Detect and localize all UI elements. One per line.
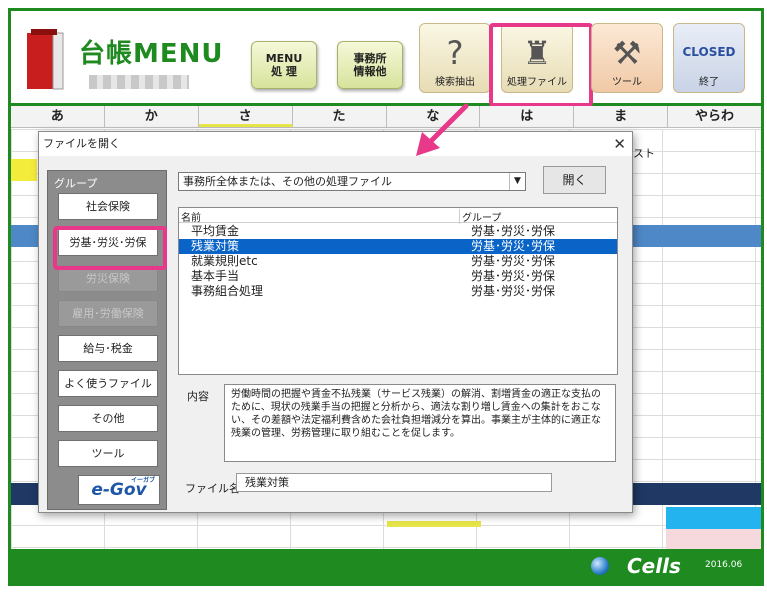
list-item[interactable]: 事務組合処理 労基･労災･労保 bbox=[179, 284, 617, 299]
closed-label: CLOSED bbox=[682, 45, 736, 59]
search-extract-button[interactable]: ? 検索抽出 bbox=[419, 23, 491, 93]
office-info-button[interactable]: 事務所 情報他 bbox=[337, 41, 403, 89]
column-sa[interactable]: さ bbox=[198, 106, 293, 127]
tool-person-icon: ⚒ bbox=[612, 34, 642, 72]
open-file-dialog: ファイルを開く ✕ グループ 社会保険 労基･労災･労保 労災保険 雇用･労働保… bbox=[38, 131, 633, 513]
list-header: 名前 グループ bbox=[179, 208, 617, 224]
column-ta[interactable]: た bbox=[293, 106, 387, 127]
menu-header: 台帳MENU MENU 処 理 事務所 情報他 ? 検索抽出 ♜ 処理ファイル … bbox=[11, 11, 761, 107]
column-ha[interactable]: は bbox=[480, 106, 575, 127]
column-yarawa[interactable]: やらわ bbox=[668, 106, 761, 127]
file-name: 事務組合処理 bbox=[191, 284, 264, 298]
column-ka[interactable]: か bbox=[105, 106, 199, 127]
dialog-titlebar: ファイルを開く ✕ bbox=[39, 132, 632, 156]
closed-exit-button[interactable]: CLOSED 終了 bbox=[673, 23, 745, 93]
file-name: 基本手当 bbox=[191, 269, 240, 283]
list-item[interactable]: 平均賃金 労基･労災･労保 bbox=[179, 224, 617, 239]
egov-sub-label: イーガブ bbox=[130, 477, 155, 484]
file-group: 労基･労災･労保 bbox=[471, 254, 556, 268]
file-group: 労基･労災･労保 bbox=[471, 284, 556, 298]
open-button[interactable]: 開く bbox=[543, 166, 606, 194]
tool-label: ツール bbox=[612, 77, 642, 88]
pointer-arrow-icon bbox=[416, 103, 469, 156]
egov-button[interactable]: e-Gov イーガブ bbox=[78, 475, 160, 505]
close-icon[interactable]: ✕ bbox=[613, 135, 626, 153]
file-name: 残業対策 bbox=[191, 239, 240, 253]
yellow-strip bbox=[387, 521, 481, 527]
app-title: 台帳MENU bbox=[79, 39, 224, 69]
file-group: 労基･労災･労保 bbox=[471, 269, 556, 283]
highlight-roki-group bbox=[53, 226, 167, 270]
ledger-book-icon bbox=[27, 29, 64, 90]
description-text: 労働時間の把握や賃金不払残業（サービス残業）の解消、割増賃金の適正な支払のために… bbox=[224, 384, 616, 462]
group-button-favorites[interactable]: よく使うファイル bbox=[58, 370, 158, 397]
brand-cells: Cells bbox=[627, 554, 681, 578]
file-listbox[interactable]: 名前 グループ 平均賃金 労基･労災･労保 残業対策 労基･労災･労保 就業規則… bbox=[178, 207, 618, 375]
description-label: 内容 bbox=[187, 390, 209, 403]
column-header-row: あ か さ た な は ま やらわ bbox=[11, 106, 761, 128]
list-header-name: 名前 bbox=[181, 213, 201, 224]
filename-field[interactable]: 残業対策 bbox=[236, 473, 552, 492]
cyan-cell bbox=[666, 507, 761, 529]
file-group: 労基･労災･労保 bbox=[471, 224, 556, 238]
group-button-kyuyo[interactable]: 給与･税金 bbox=[58, 335, 158, 362]
group-button-tool[interactable]: ツール bbox=[58, 440, 158, 467]
dialog-title: ファイルを開く bbox=[43, 137, 120, 150]
list-header-group: グループ bbox=[459, 209, 501, 224]
column-a[interactable]: あ bbox=[11, 106, 105, 127]
footer-bar: Cells 2016.06 bbox=[11, 549, 761, 583]
blurred-office-name bbox=[89, 75, 189, 89]
list-item-selected[interactable]: 残業対策 労基･労災･労保 bbox=[179, 239, 617, 254]
file-name: 就業規則etc bbox=[191, 254, 258, 268]
list-item[interactable]: 就業規則etc 労基･労災･労保 bbox=[179, 254, 617, 269]
yellow-cell bbox=[11, 159, 37, 181]
globe-icon bbox=[591, 557, 609, 575]
menu-process-button[interactable]: MENU 処 理 bbox=[251, 41, 317, 89]
group-button-other[interactable]: その他 bbox=[58, 405, 158, 432]
filename-label: ファイル名 bbox=[185, 482, 240, 495]
group-button-koyo: 雇用･労働保険 bbox=[58, 300, 158, 327]
tool-button[interactable]: ⚒ ツール bbox=[591, 23, 663, 93]
file-group: 労基･労災･労保 bbox=[471, 239, 556, 253]
pink-cell bbox=[666, 529, 761, 551]
magnifier-icon: ? bbox=[446, 34, 464, 72]
chevron-down-icon[interactable]: ▼ bbox=[509, 173, 525, 190]
column-ma[interactable]: ま bbox=[574, 106, 669, 127]
highlight-process-file bbox=[489, 23, 593, 107]
file-category-dropdown[interactable]: 事務所全体または、その他の処理ファイル ▼ bbox=[178, 172, 526, 191]
dropdown-value: 事務所全体または、その他の処理ファイル bbox=[183, 175, 392, 188]
list-item[interactable]: 基本手当 労基･労災･労保 bbox=[179, 269, 617, 284]
exit-label: 終了 bbox=[699, 77, 719, 88]
group-button-shakai-hoken[interactable]: 社会保険 bbox=[58, 193, 158, 220]
file-name: 平均賃金 bbox=[191, 224, 240, 238]
group-label: グループ bbox=[54, 177, 98, 190]
search-extract-label: 検索抽出 bbox=[435, 77, 475, 88]
group-panel: グループ 社会保険 労基･労災･労保 労災保険 雇用･労働保険 給与･税金 よく… bbox=[47, 170, 167, 510]
version-label: 2016.06 bbox=[705, 560, 743, 570]
partial-cell-text: スト bbox=[633, 147, 655, 160]
